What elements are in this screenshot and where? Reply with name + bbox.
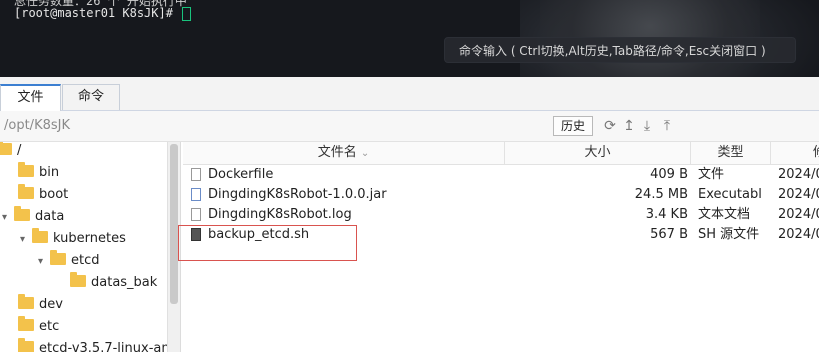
folder-icon (18, 316, 34, 331)
file-row[interactable]: DingdingK8sRobot-1.0.0.jar 24.5 MB Execu… (183, 185, 819, 205)
folder-icon (18, 338, 34, 352)
terminal-cursor (182, 6, 192, 21)
refresh-icon[interactable]: ⟳ (601, 116, 619, 136)
file-icon (191, 168, 201, 181)
column-header-name[interactable]: 文件名 ⌄ (183, 142, 505, 164)
tree-item-data[interactable]: ▾ data (2, 206, 64, 228)
folder-icon (18, 162, 34, 177)
file-row[interactable]: Dockerfile 409 B 文件 2024/0 (183, 165, 819, 185)
tree-item-kubernetes[interactable]: ▾ kubernetes (20, 228, 126, 250)
chevron-down-icon: ⌄ (360, 148, 370, 159)
column-header-modified[interactable]: 修 (771, 142, 819, 164)
history-button[interactable]: 历史 (553, 116, 593, 136)
path-toolbar: /opt/K8sJK 历史 ⟳ ↥ ⤓ ⤒ (0, 111, 819, 142)
text-file-icon (191, 208, 201, 221)
chevron-down-icon[interactable]: ▾ (20, 229, 32, 251)
folder-icon (14, 206, 30, 221)
folder-icon (50, 250, 66, 265)
file-row[interactable]: DingdingK8sRobot.log 3.4 KB 文本文档 2024/0 (183, 205, 819, 225)
file-list-header: 文件名 ⌄ 大小 类型 修 (183, 142, 819, 165)
terminal-panel[interactable]: 总任务数量：26 个 开始执行中 [root@master01 K8sJK]# … (0, 0, 819, 77)
tree-item-etcd-linux[interactable]: etcd-v3.5.7-linux-amd (18, 338, 180, 352)
tree-item-datas-bak[interactable]: datas_bak (70, 272, 157, 294)
tab-files[interactable]: 文件 (0, 84, 61, 111)
tree-item-etc[interactable]: etc (18, 316, 59, 338)
column-header-size[interactable]: 大小 (505, 142, 691, 164)
tree-item-dev[interactable]: dev (18, 294, 63, 316)
folder-icon (18, 294, 34, 309)
terminal-prompt: [root@master01 K8sJK]# (14, 6, 181, 20)
folder-icon (32, 228, 48, 243)
tab-bar: 文件 命令 (0, 77, 819, 111)
directory-tree: / bin boot ▾ data ▾ kubernetes ▾ etcd datas… (0, 142, 181, 352)
chevron-down-icon[interactable]: ▾ (2, 207, 14, 229)
path-field[interactable]: /opt/K8sJK (4, 118, 70, 133)
highlight-annotation (178, 225, 357, 261)
folder-icon (70, 272, 86, 287)
folder-icon (0, 142, 12, 155)
jar-file-icon (191, 188, 201, 201)
terminal-prompt-line: [root@master01 K8sJK]# (14, 6, 192, 21)
tree-item-etcd[interactable]: ▾ etcd (38, 250, 100, 272)
tab-commands[interactable]: 命令 (62, 84, 120, 110)
command-input-bar[interactable]: 命令输入 ( Ctrl切换,Alt历史,Tab路径/命令,Esc关闭窗口 ) (444, 37, 796, 63)
folder-icon (18, 184, 34, 199)
column-header-type[interactable]: 类型 (691, 142, 771, 164)
chevron-down-icon[interactable]: ▾ (38, 251, 50, 273)
up-directory-icon[interactable]: ↥ (620, 116, 638, 136)
upload-icon[interactable]: ⤒ (658, 116, 676, 136)
tree-item-boot[interactable]: boot (18, 184, 68, 206)
download-icon[interactable]: ⤓ (638, 116, 656, 136)
scrollbar-thumb[interactable] (170, 144, 178, 304)
tree-item-root[interactable]: / (0, 142, 21, 162)
tree-item-bin[interactable]: bin (18, 162, 59, 184)
